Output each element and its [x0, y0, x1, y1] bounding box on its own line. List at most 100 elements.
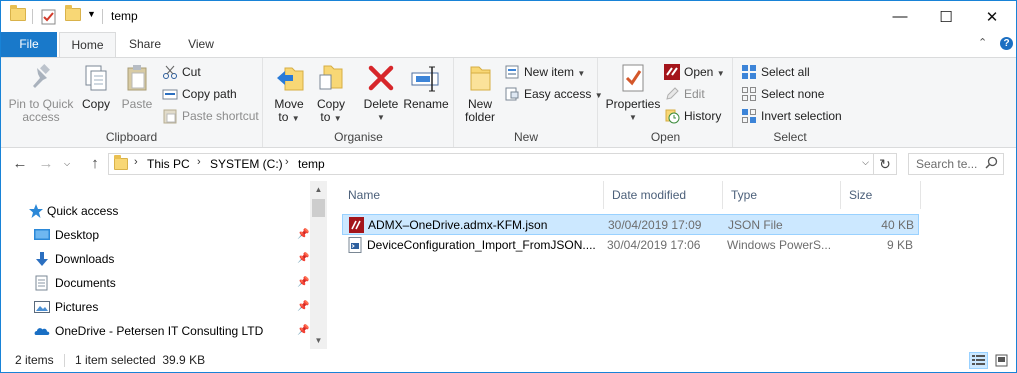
copy-icon	[80, 62, 112, 94]
cut-label: Cut	[182, 65, 201, 79]
pin-icon[interactable]: 📌	[297, 296, 309, 318]
large-icons-view-button[interactable]	[992, 352, 1011, 369]
edit-button[interactable]: Edit	[664, 84, 705, 104]
new-item-button[interactable]: New item ▼	[504, 62, 585, 82]
desktop-icon	[34, 227, 50, 243]
pictures-icon	[34, 299, 50, 315]
copy-to-button[interactable]: Copy to ▼	[312, 62, 350, 125]
copy-path-label: Copy path	[182, 87, 237, 101]
download-icon	[34, 251, 50, 267]
new-folder-quick-icon[interactable]	[65, 5, 81, 26]
pin-icon[interactable]: 📌	[297, 320, 309, 342]
nav-item-desktop[interactable]: Desktop 📌	[1, 224, 311, 246]
pin-icon[interactable]: 📌	[297, 248, 309, 270]
nav-scrollbar[interactable]: ▲ ▼	[310, 181, 327, 349]
move-to-button[interactable]: Move to ▼	[270, 62, 308, 125]
cut-button[interactable]: Cut	[162, 62, 201, 82]
file-name: DeviceConfiguration_Import_FromJSON....	[367, 238, 596, 252]
tab-share[interactable]: Share	[119, 32, 171, 57]
open-dropdown-icon: ▼	[716, 69, 725, 78]
easy-access-icon	[504, 86, 520, 102]
delete-button[interactable]: Delete ▼	[360, 62, 402, 124]
nav-item-documents[interactable]: Documents 📌	[1, 272, 311, 294]
star-icon	[28, 203, 44, 219]
breadcrumb-temp[interactable]: temp	[298, 157, 325, 171]
minimize-button[interactable]: —	[877, 1, 923, 32]
collapse-ribbon-icon[interactable]: ⌃	[978, 36, 987, 49]
customize-quick-access-icon[interactable]: ▼	[87, 9, 96, 27]
properties-dropdown-icon: ▼	[629, 113, 637, 122]
open-button[interactable]: Open ▼	[664, 62, 725, 82]
paste-shortcut-button[interactable]: Paste shortcut	[162, 106, 259, 126]
copy-path-button[interactable]: Copy path	[162, 84, 237, 104]
location-folder-icon	[114, 155, 128, 173]
nav-item-pictures[interactable]: Pictures 📌	[1, 296, 311, 318]
copy-label: Copy	[81, 97, 110, 111]
edit-pencil-icon	[664, 86, 680, 102]
open-group: Properties ▼ Open ▼ Edit History Open	[599, 58, 733, 147]
crumb-separator-icon[interactable]: ›	[197, 156, 201, 168]
column-header-date[interactable]: Date modified	[604, 181, 723, 209]
scroll-thumb[interactable]	[312, 199, 325, 217]
select-all-icon	[741, 64, 757, 80]
nav-item-quick-access[interactable]: Quick access	[1, 200, 311, 222]
file-list: Name Date modified Type Size ADMX–OneDri…	[331, 181, 1016, 349]
item-count: 2 items	[15, 353, 54, 367]
column-header-size[interactable]: Size	[841, 181, 921, 209]
column-header-type[interactable]: Type	[723, 181, 841, 209]
close-button[interactable]: ✕	[969, 1, 1015, 32]
copy-path-icon	[162, 86, 178, 102]
nav-item-downloads[interactable]: Downloads 📌	[1, 248, 311, 270]
column-header-name[interactable]: Name	[340, 181, 604, 209]
new-folder-button[interactable]: New folder	[461, 62, 499, 124]
nav-item-onedrive[interactable]: OneDrive - Petersen IT Consulting LTD 📌	[1, 320, 311, 342]
breadcrumb-this-pc[interactable]: This PC	[147, 157, 190, 171]
properties-button[interactable]: Properties ▼	[605, 62, 661, 124]
copy-to-icon	[315, 62, 347, 94]
select-none-button[interactable]: Select none	[741, 84, 824, 104]
pin-icon[interactable]: 📌	[297, 224, 309, 246]
address-bar[interactable]: › This PC › SYSTEM (C:) › temp ⌵	[108, 153, 874, 175]
select-all-button[interactable]: Select all	[741, 62, 810, 82]
refresh-button[interactable]: ↻	[874, 153, 897, 175]
status-divider	[64, 354, 65, 367]
pin-icon[interactable]: 📌	[297, 272, 309, 294]
history-label: History	[684, 109, 722, 123]
help-icon[interactable]: ?	[1000, 37, 1013, 50]
rename-button[interactable]: Rename	[403, 62, 449, 111]
tab-home[interactable]: Home	[59, 32, 116, 58]
scroll-down-icon[interactable]: ▼	[310, 332, 327, 349]
scroll-up-icon[interactable]: ▲	[310, 181, 327, 198]
tab-view[interactable]: View	[175, 32, 227, 57]
maximize-button[interactable]: ☐	[923, 1, 969, 32]
search-input[interactable]: Search te...	[908, 153, 1004, 175]
invert-selection-button[interactable]: Invert selection	[741, 106, 842, 126]
select-group: Select all Select none Invert selection …	[734, 58, 846, 147]
copy-button[interactable]: Copy	[77, 62, 115, 111]
history-button[interactable]: History	[664, 106, 721, 126]
crumb-separator-icon[interactable]: ›	[134, 156, 138, 168]
selection-info: 1 item selected 39.9 KB	[75, 353, 206, 367]
address-dropdown-icon[interactable]: ⌵	[862, 157, 869, 168]
nav-label: Downloads	[55, 252, 115, 266]
breadcrumb-system-drive[interactable]: SYSTEM (C:)	[210, 157, 283, 171]
delete-x-icon	[365, 62, 397, 94]
back-button[interactable]: ←	[10, 154, 30, 174]
clipboard-group: Pin to Quick access Copy Paste Cut Copy …	[1, 58, 263, 147]
forward-button[interactable]: →	[36, 154, 56, 174]
tab-file[interactable]: File	[1, 32, 57, 57]
crumb-separator-icon[interactable]: ›	[285, 156, 289, 168]
recent-locations-button[interactable]: ⌵	[61, 154, 73, 174]
pin-to-quick-access-button[interactable]: Pin to Quick access	[6, 62, 76, 124]
easy-access-button[interactable]: Easy access ▼	[504, 84, 603, 104]
file-row[interactable]: ADMX–OneDrive.admx-KFM.json 30/04/2019 1…	[342, 214, 919, 235]
open-app-icon	[664, 64, 680, 80]
details-view-icon	[972, 355, 985, 365]
nav-label: Quick access	[47, 204, 119, 218]
details-view-button[interactable]	[969, 352, 988, 369]
file-row[interactable]: DeviceConfiguration_Import_FromJSON.... …	[342, 235, 919, 256]
paste-button[interactable]: Paste	[118, 62, 156, 111]
up-button[interactable]: ↑	[85, 154, 105, 174]
invert-selection-icon	[741, 108, 757, 124]
properties-quick-icon[interactable]	[41, 9, 57, 27]
